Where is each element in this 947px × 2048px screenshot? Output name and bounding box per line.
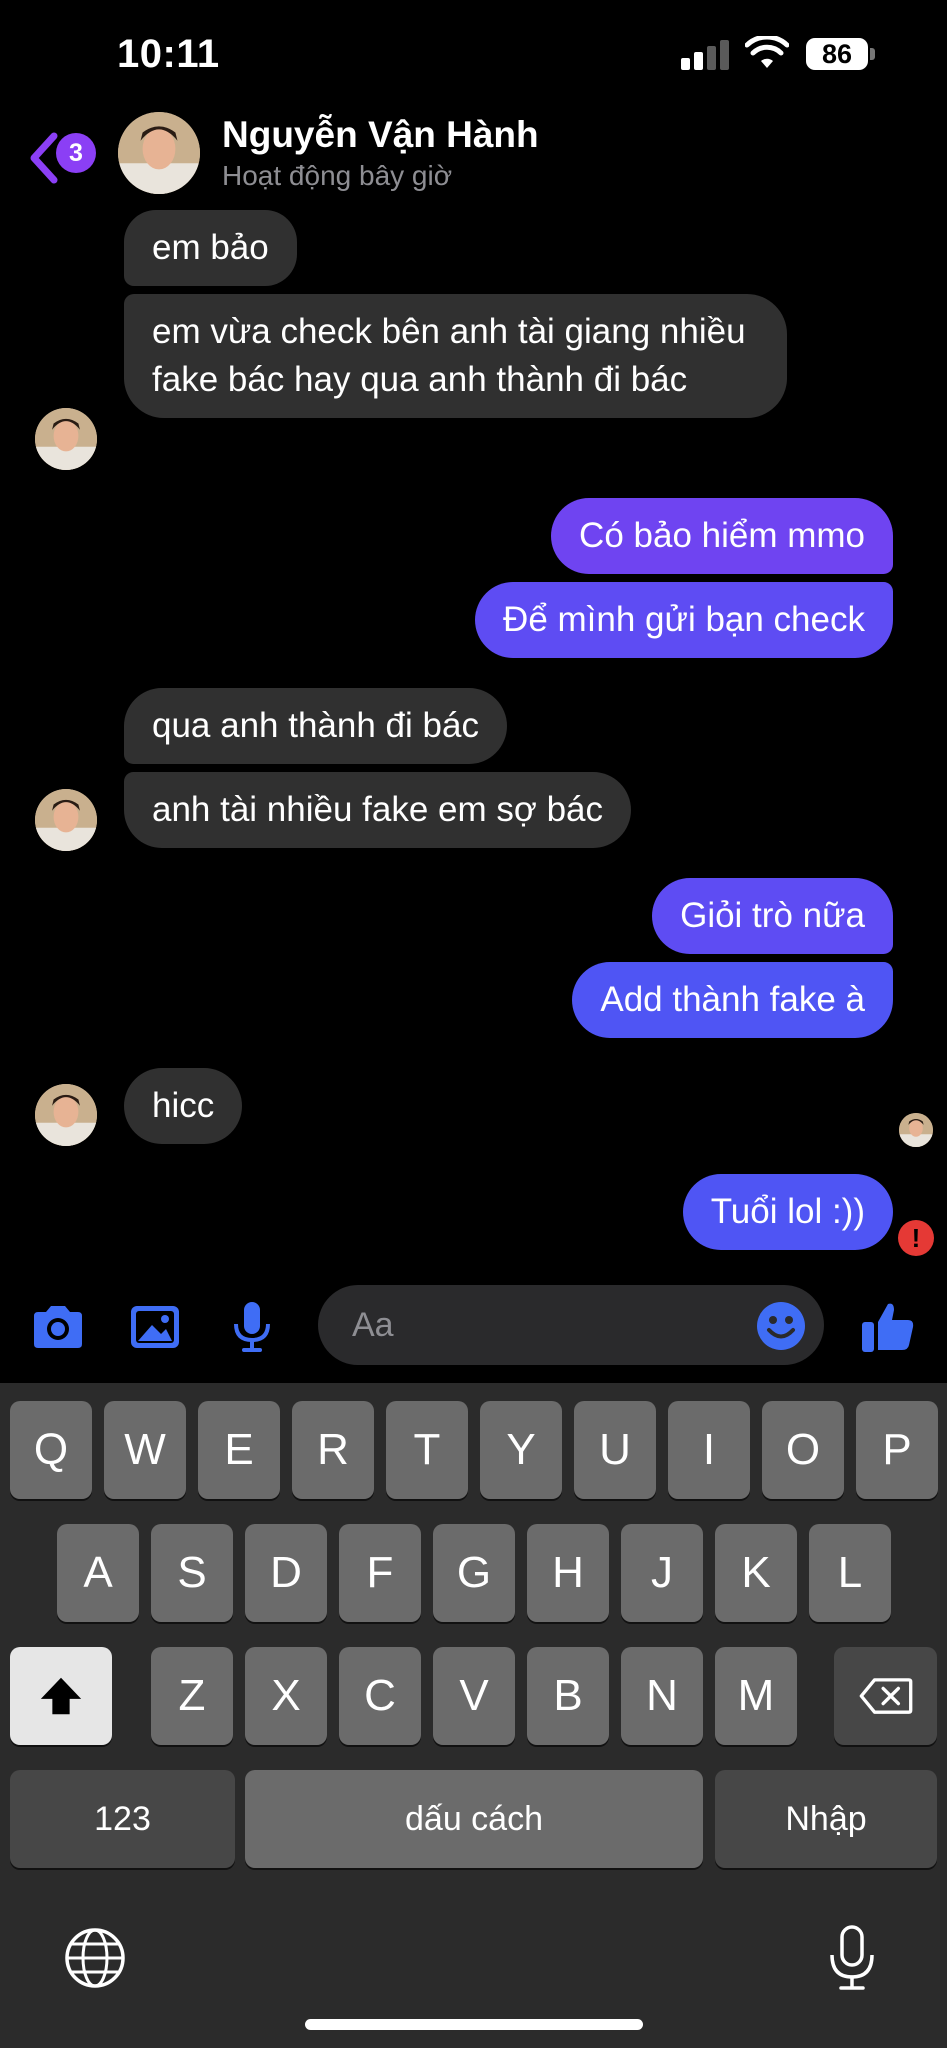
globe-icon[interactable]	[60, 1923, 130, 1993]
contact-name[interactable]: Nguyễn Vận Hành	[222, 114, 539, 156]
key-c[interactable]: C	[339, 1647, 421, 1745]
key-k[interactable]: K	[715, 1524, 797, 1622]
shift-icon	[40, 1677, 82, 1715]
key-m[interactable]: M	[715, 1647, 797, 1745]
key-v[interactable]: V	[433, 1647, 515, 1745]
key-l[interactable]: L	[809, 1524, 891, 1622]
read-receipt-avatar	[899, 1113, 933, 1147]
shift-key[interactable]	[10, 1647, 112, 1745]
message-outgoing[interactable]: Add thành fake à	[572, 962, 893, 1038]
message-incoming[interactable]: hicc	[124, 1068, 243, 1144]
backspace-key[interactable]	[834, 1647, 937, 1745]
key-e[interactable]: E	[198, 1401, 280, 1499]
keyboard: Q W E R T Y U I O P A S D F G H J K L Z …	[0, 1383, 947, 2048]
message-incoming[interactable]: em vừa check bên anh tài giang nhiều fak…	[124, 294, 787, 418]
message-outgoing[interactable]: Để mình gửi bạn check	[475, 582, 893, 658]
key-y[interactable]: Y	[480, 1401, 562, 1499]
image-icon[interactable]	[125, 1300, 185, 1354]
home-indicator[interactable]	[305, 2019, 643, 2030]
key-a[interactable]: A	[57, 1524, 139, 1622]
message-incoming[interactable]: em bảo	[124, 210, 297, 286]
key-q[interactable]: Q	[10, 1401, 92, 1499]
numbers-key[interactable]: 123	[10, 1770, 235, 1868]
error-icon[interactable]: !	[898, 1220, 934, 1256]
message-input-container[interactable]	[318, 1285, 824, 1365]
key-r[interactable]: R	[292, 1401, 374, 1499]
status-bar: 10:11 86	[0, 0, 947, 110]
space-key[interactable]: dấu cách	[245, 1770, 703, 1868]
wifi-icon	[745, 36, 789, 68]
emoji-icon[interactable]	[756, 1301, 806, 1351]
backspace-icon	[859, 1678, 912, 1714]
key-f[interactable]: F	[339, 1524, 421, 1622]
key-j[interactable]: J	[621, 1524, 703, 1622]
cellular-signal-icon	[681, 40, 733, 70]
key-t[interactable]: T	[386, 1401, 468, 1499]
return-key[interactable]: Nhập	[715, 1770, 937, 1868]
message-input[interactable]	[352, 1285, 732, 1365]
status-time: 10:11	[117, 32, 220, 76]
key-g[interactable]: G	[433, 1524, 515, 1622]
contact-status: Hoạt động bây giờ	[222, 160, 453, 191]
key-o[interactable]: O	[762, 1401, 844, 1499]
key-u[interactable]: U	[574, 1401, 656, 1499]
key-s[interactable]: S	[151, 1524, 233, 1622]
message-outgoing[interactable]: Tuổi lol :))	[682, 1174, 893, 1250]
key-x[interactable]: X	[245, 1647, 327, 1745]
key-n[interactable]: N	[621, 1647, 703, 1745]
unread-badge: 3	[56, 133, 96, 173]
key-w[interactable]: W	[104, 1401, 186, 1499]
dictation-microphone-icon[interactable]	[817, 1923, 887, 1993]
message-incoming[interactable]: qua anh thành đi bác	[124, 688, 507, 764]
key-i[interactable]: I	[668, 1401, 750, 1499]
key-d[interactable]: D	[245, 1524, 327, 1622]
microphone-icon[interactable]	[222, 1300, 282, 1354]
contact-avatar-small	[35, 789, 97, 851]
key-z[interactable]: Z	[151, 1647, 233, 1745]
battery-tip	[870, 48, 875, 60]
contact-avatar[interactable]	[118, 112, 200, 194]
contact-avatar-small	[35, 1084, 97, 1146]
contact-avatar-small	[35, 408, 97, 470]
message-outgoing[interactable]: Có bảo hiểm mmo	[551, 498, 893, 574]
camera-icon[interactable]	[28, 1300, 88, 1354]
message-outgoing[interactable]: Giỏi trò nữa	[652, 878, 893, 954]
thumbs-up-icon[interactable]	[858, 1300, 918, 1354]
battery-level: 86	[806, 38, 868, 70]
key-b[interactable]: B	[527, 1647, 609, 1745]
key-p[interactable]: P	[856, 1401, 938, 1499]
message-incoming[interactable]: anh tài nhiều fake em sợ bác	[124, 772, 632, 848]
key-h[interactable]: H	[527, 1524, 609, 1622]
chat-header: 3 Nguyễn Vận Hành Hoạt động bây giờ	[0, 110, 947, 210]
